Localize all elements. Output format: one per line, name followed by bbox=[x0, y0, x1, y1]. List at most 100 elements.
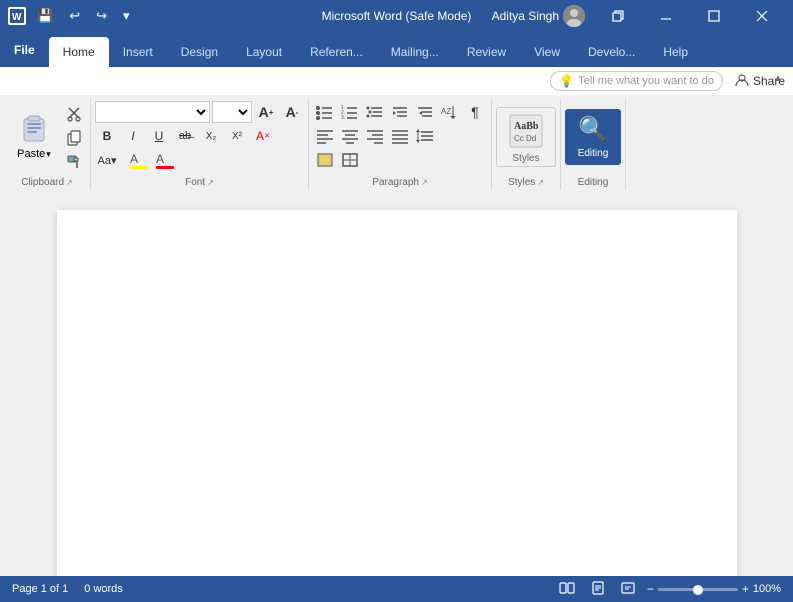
sort-button[interactable]: AZ bbox=[438, 101, 462, 123]
tab-design[interactable]: Design bbox=[167, 37, 232, 67]
zoom-slider[interactable]: − + 100% bbox=[647, 582, 781, 596]
font-family-select[interactable] bbox=[95, 101, 210, 123]
web-layout-button[interactable] bbox=[617, 579, 639, 600]
font-group-content: A+ A- B I U ab̶ X₂ X² A✕ Aa▾ bbox=[95, 99, 304, 175]
styles-expand-icon: ↗ bbox=[537, 178, 544, 187]
redo-button[interactable]: ↪ bbox=[91, 6, 112, 26]
close-button[interactable] bbox=[739, 0, 785, 32]
paragraph-label[interactable]: Paragraph ↗ bbox=[313, 175, 487, 190]
save-button[interactable]: 💾 bbox=[32, 6, 58, 26]
decrease-font-button[interactable]: A- bbox=[280, 101, 304, 123]
tab-view[interactable]: View bbox=[520, 37, 574, 67]
tell-me-placeholder: Tell me what you want to do bbox=[578, 75, 714, 87]
justify-button[interactable] bbox=[388, 125, 412, 147]
restore-button[interactable] bbox=[595, 0, 641, 32]
tab-bar: File Home Insert Design Layout Referen..… bbox=[0, 32, 793, 67]
bold-button[interactable]: B bbox=[95, 125, 119, 147]
align-right-button[interactable] bbox=[363, 125, 387, 147]
format-painter-button[interactable] bbox=[62, 151, 86, 173]
font-color-button[interactable]: A bbox=[153, 149, 177, 171]
italic-button[interactable]: I bbox=[121, 125, 145, 147]
clear-format-button[interactable]: A✕ bbox=[251, 125, 275, 147]
font-size-select[interactable] bbox=[212, 101, 252, 123]
tab-developer[interactable]: Develo... bbox=[574, 37, 649, 67]
zoom-thumb[interactable] bbox=[693, 585, 703, 595]
tab-review[interactable]: Review bbox=[453, 37, 520, 67]
tab-mailings[interactable]: Mailing... bbox=[377, 37, 453, 67]
clipboard-label[interactable]: Clipboard ↗ bbox=[8, 175, 86, 190]
superscript-button[interactable]: X² bbox=[225, 125, 249, 147]
tab-layout[interactable]: Layout bbox=[232, 37, 296, 67]
clipboard-group-content: Paste ▾ bbox=[8, 99, 86, 175]
customize-qat-button[interactable]: ▾ bbox=[118, 6, 135, 26]
strikethrough-button[interactable]: ab̶ bbox=[173, 125, 197, 147]
editing-label: Editing bbox=[578, 148, 609, 159]
word-count: 0 words bbox=[84, 583, 123, 595]
multilevel-list-button[interactable] bbox=[363, 101, 387, 123]
zoom-minus[interactable]: − bbox=[647, 582, 654, 596]
zoom-track[interactable] bbox=[658, 588, 738, 591]
tab-references[interactable]: Referen... bbox=[296, 37, 377, 67]
paste-dropdown-icon: ▾ bbox=[46, 149, 51, 160]
tell-me-box[interactable]: 💡 Tell me what you want to do bbox=[550, 71, 723, 91]
document-page[interactable] bbox=[57, 210, 737, 576]
font-expand-icon: ↗ bbox=[207, 178, 214, 187]
align-center-button[interactable] bbox=[338, 125, 362, 147]
user-area[interactable]: Aditya Singh bbox=[492, 5, 585, 27]
editing-label-bottom[interactable]: Editing bbox=[565, 175, 621, 190]
font-color-row: Aa▾ A A bbox=[95, 149, 177, 171]
title-bar: W 💾 ↩ ↪ ▾ Microsoft Word (Safe Mode) Adi… bbox=[0, 0, 793, 32]
svg-text:AZ: AZ bbox=[441, 107, 451, 116]
svg-text:3.: 3. bbox=[341, 115, 345, 120]
editing-button[interactable]: 🔍 Editing bbox=[565, 109, 621, 165]
print-layout-button[interactable] bbox=[587, 579, 609, 600]
cut-button[interactable] bbox=[62, 103, 86, 125]
undo-button[interactable]: ↩ bbox=[64, 6, 85, 26]
ribbon-top-right: 💡 Tell me what you want to do Share bbox=[542, 67, 793, 95]
document-area[interactable] bbox=[0, 190, 793, 576]
title-bar-left: W 💾 ↩ ↪ ▾ bbox=[8, 6, 135, 26]
increase-font-button[interactable]: A+ bbox=[254, 101, 278, 123]
tab-file[interactable]: File bbox=[0, 32, 49, 67]
window-title: Microsoft Word (Safe Mode) bbox=[322, 9, 472, 23]
line-spacing-button[interactable] bbox=[413, 125, 437, 147]
search-icon: 🔍 bbox=[578, 115, 608, 144]
paragraph-expand-icon: ↗ bbox=[421, 178, 428, 187]
paragraph-group: 1.2.3. AZ ¶ bbox=[309, 99, 492, 190]
title-bar-right: Aditya Singh bbox=[492, 0, 785, 32]
tab-home[interactable]: Home bbox=[49, 37, 109, 67]
tab-help[interactable]: Help bbox=[649, 37, 702, 67]
underline-button[interactable]: U bbox=[147, 125, 171, 147]
tab-insert[interactable]: Insert bbox=[109, 37, 167, 67]
ribbon: 💡 Tell me what you want to do Share bbox=[0, 67, 793, 190]
font-label[interactable]: Font ↗ bbox=[95, 175, 304, 190]
styles-button[interactable]: AaBb Cc Dd Styles bbox=[496, 107, 556, 167]
maximize-button[interactable] bbox=[691, 0, 737, 32]
paragraph-group-content: 1.2.3. AZ ¶ bbox=[313, 99, 487, 175]
pilcrow-button[interactable]: ¶ bbox=[463, 101, 487, 123]
increase-indent-button[interactable] bbox=[413, 101, 437, 123]
minimize-button[interactable] bbox=[643, 0, 689, 32]
copy-button[interactable] bbox=[62, 127, 86, 149]
styles-label: Styles bbox=[512, 153, 539, 164]
status-left: Page 1 of 1 0 words bbox=[12, 583, 123, 595]
numbering-button[interactable]: 1.2.3. bbox=[338, 101, 362, 123]
lightbulb-icon: 💡 bbox=[559, 74, 574, 88]
zoom-level: 100% bbox=[753, 583, 781, 595]
align-left-button[interactable] bbox=[313, 125, 337, 147]
borders-button[interactable] bbox=[338, 149, 362, 171]
editing-group-content: 🔍 Editing bbox=[565, 99, 621, 175]
paste-button[interactable]: Paste ▾ bbox=[8, 101, 60, 173]
shading-button[interactable] bbox=[313, 149, 337, 171]
zoom-plus[interactable]: + bbox=[742, 582, 749, 596]
bullets-button[interactable] bbox=[313, 101, 337, 123]
styles-label-bottom[interactable]: Styles ↗ bbox=[496, 175, 556, 190]
text-highlight-button[interactable]: A bbox=[127, 149, 151, 171]
change-case-button[interactable]: Aa▾ bbox=[95, 149, 119, 171]
ribbon-content: Paste ▾ bbox=[0, 95, 793, 190]
decrease-indent-button[interactable] bbox=[388, 101, 412, 123]
ribbon-collapse-button[interactable]: ▲ bbox=[767, 67, 789, 89]
subscript-button[interactable]: X₂ bbox=[199, 125, 223, 147]
read-mode-button[interactable] bbox=[555, 579, 579, 600]
ribbon-top-row: 💡 Tell me what you want to do Share bbox=[0, 67, 793, 95]
